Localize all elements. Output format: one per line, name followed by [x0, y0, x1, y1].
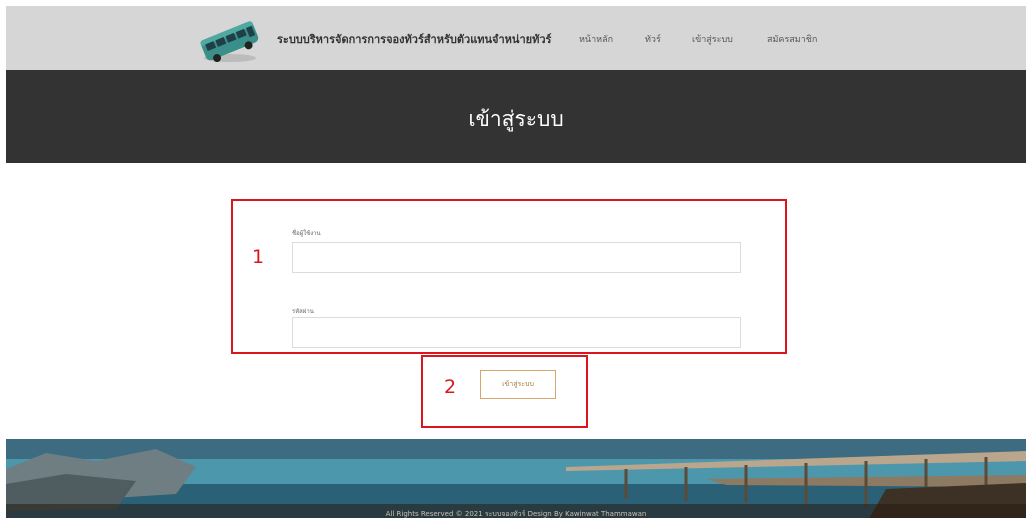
username-input[interactable] [292, 242, 741, 273]
login-button[interactable]: เข้าสู่ระบบ [480, 370, 556, 399]
nav-tour-link[interactable]: ทัวร์ [645, 32, 661, 46]
nav-login-link[interactable]: เข้าสู่ระบบ [692, 32, 733, 46]
annotation-number-1: 1 [252, 246, 265, 268]
footer-copyright: All Rights Reserved © 2021 ระบบจองทัวร์ … [385, 510, 647, 518]
username-label: ชื่อผู้ใช้งาน [292, 230, 321, 237]
page-title: เข้าสู่ระบบ [468, 107, 564, 131]
top-navbar: ระบบบริหารจัดการการจองทัวร์สำหรับตัวแทนจ… [6, 6, 1026, 70]
page-banner: เข้าสู่ระบบ [6, 70, 1026, 163]
password-label: รหัสผ่าน [292, 308, 314, 315]
footer: All Rights Reserved © 2021 ระบบจองทัวร์ … [6, 439, 1026, 518]
nav-home-link[interactable]: หน้าหลัก [579, 32, 613, 46]
annotation-number-2: 2 [444, 376, 457, 398]
page: ระบบบริหารจัดการการจองทัวร์สำหรับตัวแทนจ… [6, 6, 1026, 518]
bus-icon [200, 21, 259, 63]
password-input[interactable] [292, 317, 741, 348]
nav-register-link[interactable]: สมัครสมาชิก [767, 32, 817, 46]
site-brand-title[interactable]: ระบบบริหารจัดการการจองทัวร์สำหรับตัวแทนจ… [277, 30, 551, 48]
